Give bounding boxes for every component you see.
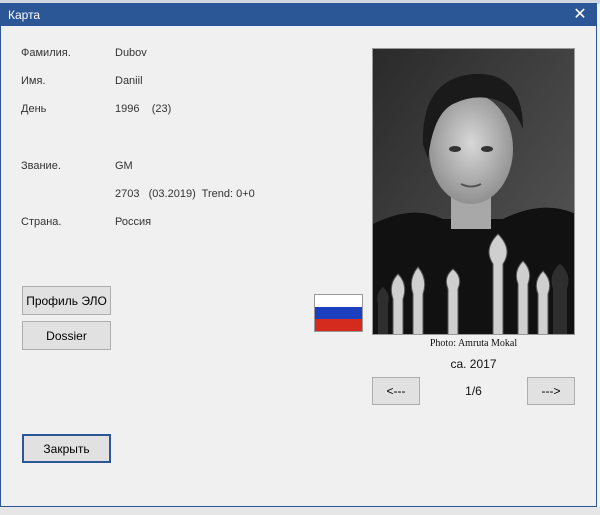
window-title: Карта [8,8,41,22]
surname-value: Dubov [115,47,147,59]
name-value: Daniil [115,75,143,87]
surname-label: Фамилия. [21,47,71,59]
title-bar: Карта ✕ [1,4,596,26]
day-value: 1996 (23) [115,103,172,115]
photo-year: ca. 2017 [450,357,497,371]
player-photo-image [373,49,574,334]
title-value: GM [115,160,133,172]
card-dialog: Карта ✕ Фамилия. Dubov Имя. Daniil День … [0,3,597,507]
title-label: Звание. [21,160,61,172]
name-label: Имя. [21,75,46,87]
country-label: Страна. [21,216,62,228]
country-value: Россия [115,216,152,228]
russia-flag-icon [314,294,363,332]
next-photo-button[interactable]: ---> [527,377,575,405]
elo-profile-button[interactable]: Профиль ЭЛО [22,286,111,315]
background-app-strip-bottom [0,507,600,515]
day-label: День [21,103,47,115]
dossier-button[interactable]: Dossier [22,321,111,350]
rating-value: 2703 (03.2019) Trend: 0+0 [115,188,255,200]
close-icon[interactable]: ✕ [572,5,588,25]
close-button[interactable]: Закрыть [22,434,111,463]
photo-credit: Photo: Amruta Mokal [429,338,518,349]
player-photo [372,48,575,335]
